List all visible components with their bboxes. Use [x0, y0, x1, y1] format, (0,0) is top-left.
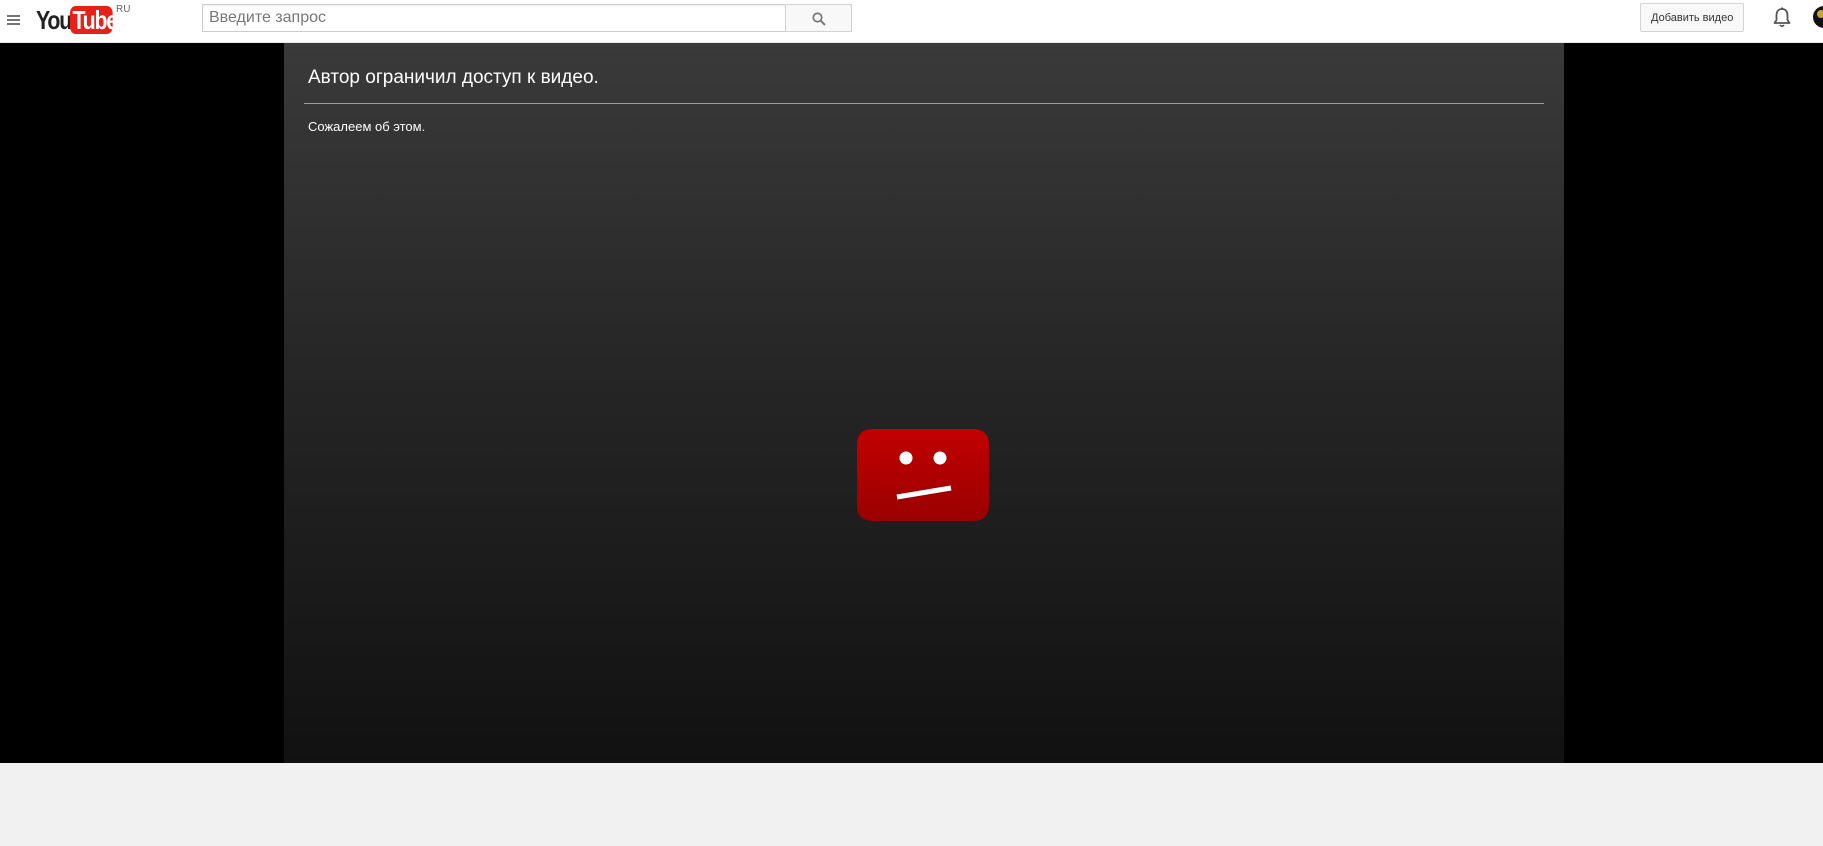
search-icon [812, 12, 826, 26]
page-footer-background [0, 763, 1823, 846]
search-button[interactable] [785, 4, 852, 32]
video-player[interactable]: Автор ограничил доступ к видео. Сожалеем… [284, 43, 1564, 763]
logo-region: RU [116, 4, 131, 15]
menu-icon[interactable] [6, 12, 22, 28]
upload-video-button[interactable]: Добавить видео [1640, 3, 1745, 32]
search-input[interactable] [202, 4, 786, 32]
error-divider [304, 103, 1544, 104]
youtube-logo[interactable]: You Tube RU [36, 4, 130, 36]
error-subtitle: Сожалеем об этом. [308, 119, 426, 134]
logo-text-tube: Tube [70, 6, 118, 34]
sad-face-icon [857, 429, 989, 521]
logo-text-you: You [36, 5, 72, 35]
player-container: Автор ограничил доступ к видео. Сожалеем… [0, 43, 1823, 763]
masthead: You Tube RU Добавить видео [0, 0, 1823, 43]
avatar[interactable] [1813, 6, 1823, 28]
bell-icon[interactable] [1772, 7, 1792, 29]
error-title: Автор ограничил доступ к видео. [308, 67, 599, 88]
